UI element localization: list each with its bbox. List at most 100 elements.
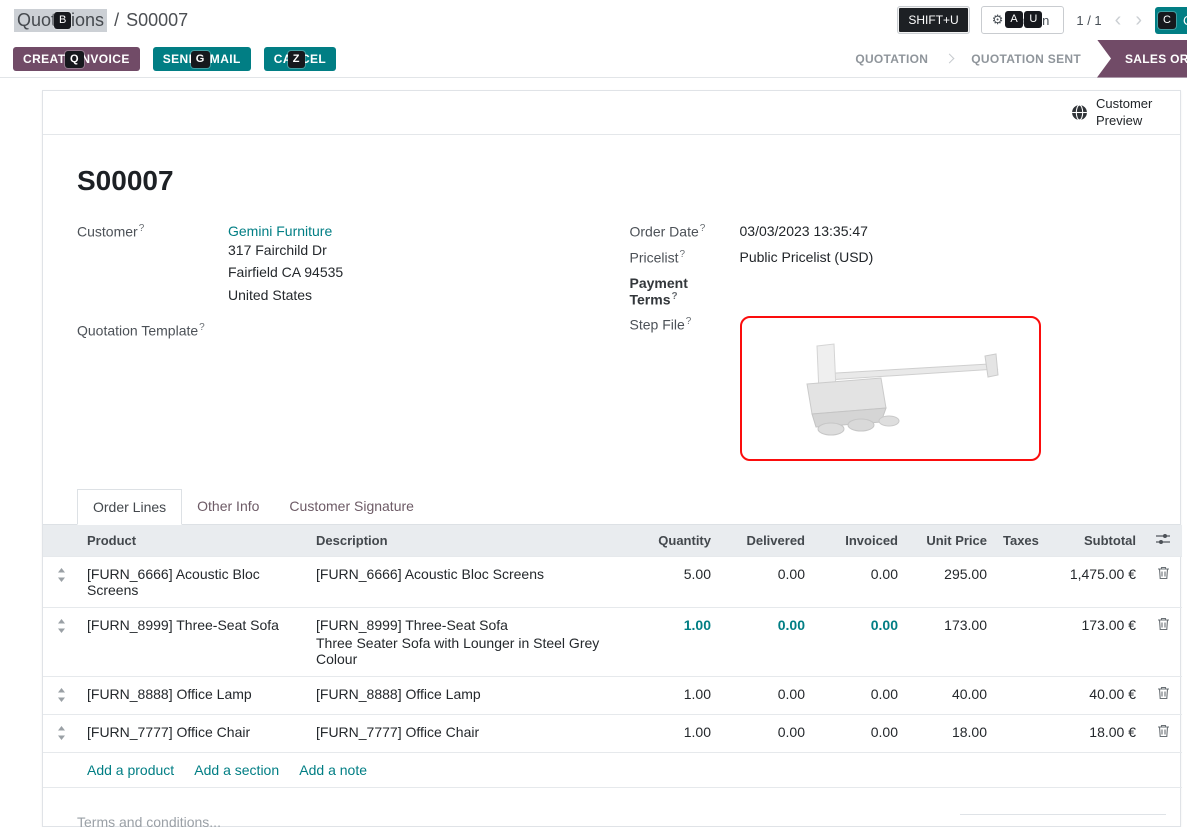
table-row[interactable]: [FURN_7777] Office Chair [FURN_7777] Off… bbox=[43, 714, 1182, 752]
field-step-file: Step File? bbox=[630, 316, 1147, 461]
cell-invoiced[interactable]: 0.00 bbox=[813, 607, 906, 676]
pager-next-icon[interactable]: › bbox=[1134, 10, 1143, 30]
cell-unit-price[interactable]: 173.00 bbox=[906, 607, 995, 676]
create-button[interactable]: C Create bbox=[1155, 7, 1187, 34]
address-line: United States bbox=[228, 284, 343, 306]
cell-delivered[interactable]: 0.00 bbox=[719, 607, 813, 676]
action-menu-button[interactable]: ⚙ Action A U bbox=[981, 6, 1065, 34]
step-file-image-field[interactable] bbox=[740, 316, 1041, 461]
delete-row-icon[interactable] bbox=[1144, 607, 1182, 676]
cell-invoiced[interactable]: 0.00 bbox=[813, 676, 906, 714]
cell-description[interactable]: [FURN_8999] Three-Seat Sofa Three Seater… bbox=[308, 607, 618, 676]
breadcrumb-quotations-link[interactable]: Quotations B bbox=[14, 9, 107, 32]
cell-delivered[interactable]: 0.00 bbox=[719, 714, 813, 752]
cell-product[interactable]: [FURN_6666] Acoustic Bloc Screens bbox=[79, 556, 308, 607]
cell-subtotal[interactable]: 173.00 € bbox=[1053, 607, 1144, 676]
kbd-hint-shift-u: SHIFT+U bbox=[898, 7, 968, 33]
cell-delivered[interactable]: 0.00 bbox=[719, 676, 813, 714]
kbd-hint-c: C bbox=[1158, 12, 1176, 29]
column-header-product: Product bbox=[79, 525, 308, 557]
delete-row-icon[interactable] bbox=[1144, 676, 1182, 714]
status-step-sales-order[interactable]: SALES ORDER bbox=[1097, 40, 1187, 78]
cell-quantity[interactable]: 1.00 bbox=[618, 714, 719, 752]
cell-quantity[interactable]: 1.00 bbox=[618, 676, 719, 714]
cell-taxes[interactable] bbox=[995, 714, 1053, 752]
cell-quantity[interactable]: 5.00 bbox=[618, 556, 719, 607]
cell-description[interactable]: [FURN_8888] Office Lamp bbox=[308, 676, 618, 714]
cell-description[interactable]: [FURN_7777] Office Chair bbox=[308, 714, 618, 752]
cell-subtotal[interactable]: 18.00 € bbox=[1053, 714, 1144, 752]
totals-block: Total: 1,706.00 € bbox=[960, 814, 1166, 827]
status-bar: QUOTATION QUOTATION SENT SALES ORDER bbox=[839, 40, 1187, 78]
cell-invoiced[interactable]: 0.00 bbox=[813, 714, 906, 752]
cell-subtotal[interactable]: 40.00 € bbox=[1053, 676, 1144, 714]
delete-row-icon[interactable] bbox=[1144, 714, 1182, 752]
column-header-invoiced: Invoiced bbox=[813, 525, 906, 557]
column-header-description: Description bbox=[308, 525, 618, 557]
create-button-label: Create bbox=[1183, 13, 1187, 28]
cell-invoiced[interactable]: 0.00 bbox=[813, 556, 906, 607]
terms-and-conditions-field[interactable]: Terms and conditions... bbox=[77, 814, 221, 827]
drag-handle-icon[interactable] bbox=[43, 676, 79, 714]
help-marker-icon: ? bbox=[686, 316, 692, 327]
table-row[interactable]: [FURN_8888] Office Lamp [FURN_8888] Offi… bbox=[43, 676, 1182, 714]
column-header-unit-price: Unit Price bbox=[906, 525, 995, 557]
tab-order-lines[interactable]: Order Lines bbox=[77, 489, 182, 525]
sheet-header-strip: Customer Preview bbox=[43, 91, 1180, 135]
cell-product[interactable]: [FURN_8888] Office Lamp bbox=[79, 676, 308, 714]
status-step-quotation[interactable]: QUOTATION bbox=[839, 40, 944, 78]
customer-label: Customer? bbox=[77, 223, 228, 240]
tab-customer-signature[interactable]: Customer Signature bbox=[274, 489, 429, 524]
drag-handle-icon[interactable] bbox=[43, 714, 79, 752]
order-date-label: Order Date? bbox=[630, 223, 740, 240]
top-bar: Quotations B / S00007 SHIFT+U ⚙ Action A… bbox=[0, 0, 1187, 40]
cell-delivered[interactable]: 0.00 bbox=[719, 556, 813, 607]
cell-unit-price[interactable]: 18.00 bbox=[906, 714, 995, 752]
send-email-button[interactable]: SEND EMAIL G bbox=[153, 47, 251, 71]
add-product-link[interactable]: Add a product bbox=[87, 762, 174, 778]
cell-taxes[interactable] bbox=[995, 556, 1053, 607]
order-date-value[interactable]: 03/03/2023 13:35:47 bbox=[740, 223, 868, 241]
form-body: S00007 Customer? Gemini Furniture 317 Fa… bbox=[43, 135, 1180, 469]
create-invoice-button[interactable]: CREATE INVOICE Q bbox=[13, 47, 140, 71]
pricelist-value[interactable]: Public Pricelist (USD) bbox=[740, 249, 874, 267]
add-section-link[interactable]: Add a section bbox=[194, 762, 279, 778]
cell-taxes[interactable] bbox=[995, 607, 1053, 676]
cancel-button[interactable]: CANCEL Z bbox=[264, 47, 336, 71]
status-step-quotation-sent[interactable]: QUOTATION SENT bbox=[955, 40, 1097, 78]
add-note-link[interactable]: Add a note bbox=[299, 762, 367, 778]
cell-unit-price[interactable]: 40.00 bbox=[906, 676, 995, 714]
optional-columns-button[interactable] bbox=[1144, 525, 1182, 557]
record-title: S00007 bbox=[77, 165, 1146, 197]
customer-link[interactable]: Gemini Furniture bbox=[228, 223, 332, 239]
cell-subtotal[interactable]: 1,475.00 € bbox=[1053, 556, 1144, 607]
table-row[interactable]: [FURN_8999] Three-Seat Sofa [FURN_8999] … bbox=[43, 607, 1182, 676]
cell-description[interactable]: [FURN_6666] Acoustic Bloc Screens bbox=[308, 556, 618, 607]
cell-unit-price[interactable]: 295.00 bbox=[906, 556, 995, 607]
table-header-row: Product Description Quantity Delivered I… bbox=[43, 525, 1182, 557]
gear-icon: ⚙ bbox=[992, 12, 1004, 28]
cell-product[interactable]: [FURN_8999] Three-Seat Sofa bbox=[79, 607, 308, 676]
delete-row-icon[interactable] bbox=[1144, 556, 1182, 607]
address-line: 317 Fairchild Dr bbox=[228, 239, 343, 261]
globe-icon bbox=[1071, 104, 1088, 121]
customer-preview-button[interactable]: Customer Preview bbox=[1071, 96, 1162, 129]
field-order-date: Order Date? 03/03/2023 13:35:47 bbox=[630, 223, 1147, 241]
field-pricelist: Pricelist? Public Pricelist (USD) bbox=[630, 249, 1147, 267]
kbd-hint-a: A bbox=[1005, 11, 1022, 28]
drag-handle-icon[interactable] bbox=[43, 607, 79, 676]
record-actions: CREATE INVOICE Q SEND EMAIL G CANCEL Z bbox=[13, 47, 336, 71]
step-file-3d-preview bbox=[789, 334, 1019, 442]
cell-product[interactable]: [FURN_7777] Office Chair bbox=[79, 714, 308, 752]
kbd-hint-g: G bbox=[191, 51, 210, 68]
pager-previous-icon[interactable]: ‹ bbox=[1114, 10, 1123, 30]
table-row[interactable]: [FURN_6666] Acoustic Bloc Screens [FURN_… bbox=[43, 556, 1182, 607]
notebook-tabs: Order Lines Other Info Customer Signatur… bbox=[43, 489, 1180, 525]
cell-quantity[interactable]: 1.00 bbox=[618, 607, 719, 676]
step-file-label: Step File? bbox=[630, 316, 740, 333]
help-marker-icon: ? bbox=[680, 249, 686, 260]
tab-other-info[interactable]: Other Info bbox=[182, 489, 274, 524]
drag-handle-icon[interactable] bbox=[43, 556, 79, 607]
payment-terms-label: Payment Terms? bbox=[630, 275, 740, 308]
cell-taxes[interactable] bbox=[995, 676, 1053, 714]
